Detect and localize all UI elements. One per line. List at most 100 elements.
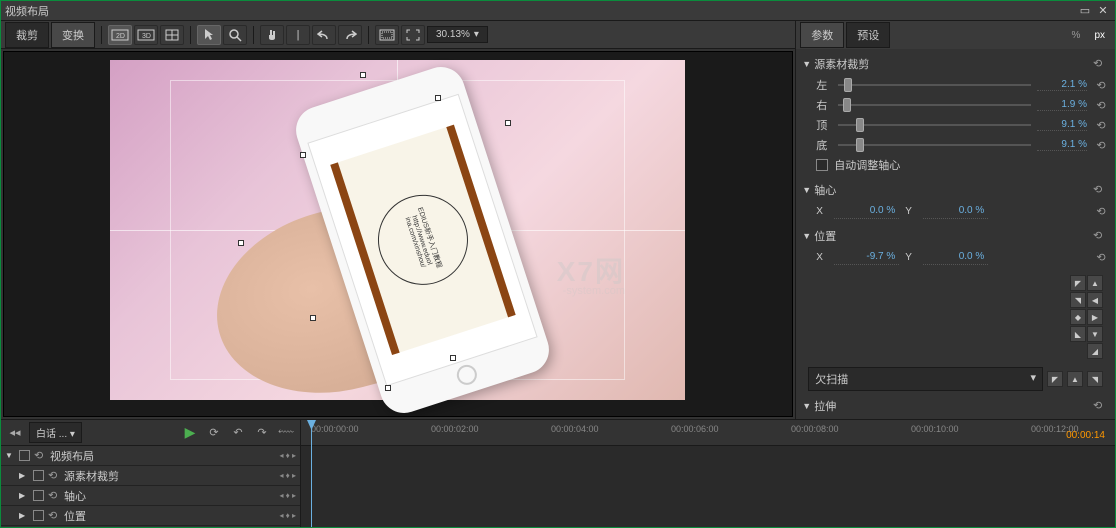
track-position[interactable]: ▶ ⟲ 位置 ◂ ♦ ▸ — [1, 506, 300, 526]
section-axis[interactable]: ▼ 轴心 ⟲ — [802, 179, 1109, 201]
fit-button[interactable]: ◥ — [1087, 371, 1103, 387]
nav-corner-button[interactable]: ◣ — [1070, 326, 1086, 342]
close-button[interactable]: ✕ — [1095, 4, 1111, 18]
fit-button[interactable]: ▲ — [1067, 371, 1083, 387]
section-position[interactable]: ▼ 位置 ⟲ — [802, 225, 1109, 247]
reset-icon[interactable]: ⟲ — [48, 509, 60, 522]
preview-canvas[interactable]: EDIUS新手入门教程 http://www.eduol ina.com/xin… — [110, 60, 685, 400]
view-3d-button[interactable]: 3D — [134, 25, 158, 45]
reset-icon[interactable]: ⟲ — [1093, 229, 1109, 243]
unit-pixel[interactable]: px — [1088, 28, 1111, 43]
reset-icon[interactable]: ⟲ — [48, 489, 60, 502]
nav-corner-button[interactable]: ◢ — [1087, 343, 1103, 359]
reset-icon[interactable]: ⟲ — [1093, 183, 1109, 197]
reset-icon[interactable]: ⟲ — [1093, 119, 1109, 132]
track-checkbox[interactable] — [33, 470, 44, 481]
value-right[interactable]: 1.9 % — [1037, 99, 1087, 111]
selection-handle[interactable] — [300, 152, 306, 158]
expand-icon[interactable]: ▶ — [19, 471, 29, 480]
preview-content[interactable]: EDIUS新手入门教程 http://www.eduol ina.com/xin… — [215, 90, 555, 390]
pointer-tool[interactable] — [197, 25, 221, 45]
value-top[interactable]: 9.1 % — [1037, 119, 1087, 131]
keyframe-nav[interactable]: ◂ ♦ ▸ — [279, 451, 296, 460]
expand-icon[interactable]: ▶ — [19, 491, 29, 500]
axis-x[interactable]: 0.0 % — [834, 203, 899, 219]
slider-left[interactable] — [838, 78, 1031, 92]
track-source-crop[interactable]: ▶ ⟲ 源素材裁剪 ◂ ♦ ▸ — [1, 466, 300, 486]
undo-button[interactable] — [312, 25, 336, 45]
unit-percent[interactable]: % — [1066, 28, 1087, 43]
view-2d-button[interactable]: 2D — [108, 25, 132, 45]
value-bottom[interactable]: 9.1 % — [1037, 139, 1087, 151]
redo-button[interactable] — [338, 25, 362, 45]
fit-button[interactable]: ◤ — [1047, 371, 1063, 387]
selection-handle[interactable] — [310, 315, 316, 321]
selection-handle[interactable] — [505, 120, 511, 126]
track-checkbox[interactable] — [33, 510, 44, 521]
prev-button[interactable]: ↶ — [228, 424, 248, 442]
reset-icon[interactable]: ⟲ — [1093, 139, 1109, 152]
hand-tool[interactable] — [260, 25, 284, 45]
nav-center-button[interactable]: ◆ — [1070, 309, 1086, 325]
loop-button[interactable]: ⟳ — [204, 424, 224, 442]
track-video-layout[interactable]: ▼ ⟲ 视频布局 ◂ ♦ ▸ — [1, 446, 300, 466]
slider-bottom[interactable] — [838, 138, 1031, 152]
slider-top[interactable] — [838, 118, 1031, 132]
reset-icon[interactable]: ⟲ — [48, 469, 60, 482]
checkbox-auto-center[interactable] — [816, 159, 828, 171]
next-button[interactable]: ↷ — [252, 424, 272, 442]
layout-dropdown[interactable]: 白话 ... ▾ — [29, 422, 82, 443]
slider-right[interactable] — [838, 98, 1031, 112]
track-checkbox[interactable] — [19, 450, 30, 461]
reset-icon[interactable]: ⟲ — [1093, 57, 1109, 71]
reset-icon[interactable]: ⟲ — [1093, 399, 1109, 413]
nav-down-button[interactable]: ▼ — [1087, 326, 1103, 342]
selection-handle[interactable] — [450, 355, 456, 361]
nav-up-button[interactable]: ▲ — [1087, 275, 1103, 291]
nav-left-button[interactable]: ◀ — [1087, 292, 1103, 308]
scan-dropdown[interactable]: 欠扫描 ▾ — [808, 367, 1043, 391]
playhead[interactable] — [311, 420, 312, 527]
timeline-ruler[interactable]: 00:00:00:00 00:00:02:00 00:00:04:00 00:0… — [301, 420, 1115, 446]
track-axis[interactable]: ▶ ⟲ 轴心 ◂ ♦ ▸ — [1, 486, 300, 506]
safe-zone-button[interactable] — [375, 25, 399, 45]
play-button[interactable]: ▶ — [180, 424, 200, 442]
axis-y[interactable]: 0.0 % — [923, 203, 988, 219]
nav-corner-button[interactable]: ◤ — [1070, 275, 1086, 291]
keyframe-nav[interactable]: ◂ ♦ ▸ — [279, 471, 296, 480]
selection-handle[interactable] — [385, 385, 391, 391]
grid-button[interactable] — [160, 25, 184, 45]
reset-icon[interactable]: ⟲ — [1093, 79, 1109, 92]
selection-handle[interactable] — [435, 95, 441, 101]
value-left[interactable]: 2.1 % — [1037, 79, 1087, 91]
timeline-area[interactable]: 00:00:00:00 00:00:02:00 00:00:04:00 00:0… — [301, 420, 1115, 527]
section-source-crop[interactable]: ▼ 源素材裁剪 ⟲ — [802, 53, 1109, 75]
expand-icon[interactable]: ▶ — [19, 511, 29, 520]
tab-params[interactable]: 参数 — [800, 22, 844, 48]
position-y[interactable]: 0.0 % — [923, 249, 988, 265]
tab-crop[interactable]: 裁剪 — [5, 22, 49, 48]
reset-icon[interactable]: ⟲ — [34, 449, 46, 462]
graph-button[interactable]: ⬳ — [276, 424, 296, 442]
track-checkbox[interactable] — [33, 490, 44, 501]
preview-area[interactable]: EDIUS新手入门教程 http://www.eduol ina.com/xin… — [3, 51, 793, 417]
prev-keyframe-button[interactable]: ◂◂ — [5, 424, 25, 442]
position-x[interactable]: -9.7 % — [834, 249, 899, 265]
reset-icon[interactable]: ⟲ — [1093, 251, 1109, 264]
nav-corner-button[interactable]: ◥ — [1070, 292, 1086, 308]
reset-icon[interactable]: ⟲ — [1093, 99, 1109, 112]
keyframe-nav[interactable]: ◂ ♦ ▸ — [279, 491, 296, 500]
selection-handle[interactable] — [238, 240, 244, 246]
tab-transform[interactable]: 变换 — [51, 22, 95, 48]
keyframe-nav[interactable]: ◂ ♦ ▸ — [279, 511, 296, 520]
zoom-display[interactable]: 30.13% ▾ — [427, 26, 488, 43]
section-stretch[interactable]: ▼ 拉伸 ⟲ — [802, 395, 1109, 417]
reset-icon[interactable]: ⟲ — [1093, 205, 1109, 218]
zoom-tool[interactable] — [223, 25, 247, 45]
minimize-button[interactable]: ▭ — [1077, 4, 1093, 18]
fullscreen-button[interactable] — [401, 25, 425, 45]
nav-right-button[interactable]: ▶ — [1087, 309, 1103, 325]
selection-handle[interactable] — [360, 72, 366, 78]
expand-icon[interactable]: ▼ — [5, 451, 15, 460]
tab-presets[interactable]: 预设 — [846, 22, 890, 48]
